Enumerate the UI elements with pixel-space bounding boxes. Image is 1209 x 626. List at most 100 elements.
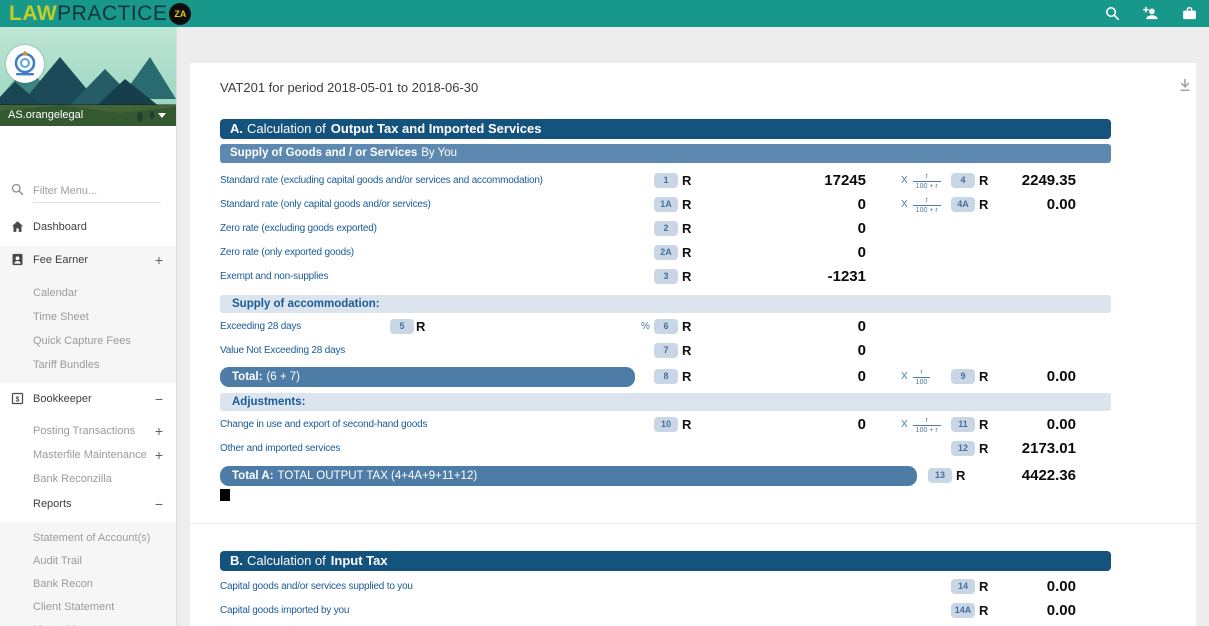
currency-symbol: R (682, 315, 691, 339)
form-row: 13 R 4422.36 (0, 464, 1209, 488)
field-value: 0 (700, 315, 866, 339)
field-value: 0.00 (996, 193, 1076, 217)
field-number-badge: 4 (951, 173, 975, 188)
field-value: 0 (700, 339, 866, 363)
download-icon[interactable] (1176, 76, 1194, 94)
search-icon[interactable] (1104, 5, 1121, 22)
field-value: 17245 (700, 169, 866, 193)
field-number-badge: 9 (951, 369, 975, 384)
row-label: Other and imported services (220, 437, 340, 461)
field-number-badge: 4A (951, 197, 975, 212)
field-number-badge: 10 (654, 417, 678, 432)
form-row: Capital goods imported by you 14A R 0.00 (0, 599, 1209, 623)
field-number-badge: 3 (654, 269, 678, 284)
account-name: AS.orangelegal (8, 109, 83, 121)
currency-symbol: R (682, 339, 691, 363)
formula-numerator: r (913, 197, 941, 205)
section-letter: A. (230, 121, 243, 136)
percent-symbol: % (641, 315, 650, 339)
form-row: Change in use and export of second-hand … (0, 413, 1209, 437)
field-value: 0.00 (996, 413, 1076, 437)
formula-numerator: r (913, 369, 931, 377)
currency-symbol: R (979, 575, 988, 599)
currency-symbol: R (979, 365, 988, 389)
field-number-badge: 14A (951, 603, 975, 618)
row-label: Change in use and export of second-hand … (220, 413, 427, 437)
currency-symbol: R (682, 413, 691, 437)
minus-icon[interactable]: − (155, 389, 163, 409)
sidebar-item-reports[interactable]: Reports − (0, 494, 176, 514)
field-number-badge: 7 (654, 343, 678, 358)
currency-symbol: R (682, 265, 691, 289)
sidebar-item-label: Bookkeeper (33, 389, 92, 409)
field-value: 2249.35 (996, 169, 1076, 193)
section-divider (190, 523, 1196, 524)
currency-symbol: R (682, 217, 691, 241)
briefcase-icon[interactable] (1181, 5, 1198, 22)
vat-fraction-formula: Xr100 + r (901, 169, 941, 193)
currency-symbol: R (682, 193, 691, 217)
field-number-badge: 14 (951, 579, 975, 594)
section-letter: B. (230, 553, 243, 568)
sidebar-item-audit-trail[interactable]: Audit Trail (0, 551, 176, 571)
account-selector[interactable]: AS.orangelegal (0, 104, 176, 126)
row-label: Zero rate (excluding goods exported) (220, 217, 377, 241)
minus-icon[interactable]: − (155, 494, 163, 514)
currency-symbol: R (956, 464, 965, 488)
vat-fraction-formula: Xr100 + r (901, 193, 941, 217)
sidebar-cover-image: AS.orangelegal (0, 27, 176, 126)
add-user-icon[interactable] (1142, 5, 1159, 22)
logo-za-badge: ZA (169, 3, 191, 25)
field-value: -1231 (700, 265, 866, 289)
row-label: Exceeding 28 days (220, 315, 301, 339)
field-number-badge: 1A (654, 197, 678, 212)
formula-denominator: 100 + r (913, 181, 941, 190)
form-row: Value Not Exceeding 28 days 7 R 0 (0, 339, 1209, 363)
currency-symbol: R (416, 315, 425, 339)
row-label: Standard rate (only capital goods and/or… (220, 193, 431, 217)
field-value: 0 (700, 413, 866, 437)
currency-symbol: R (979, 169, 988, 193)
field-value: 0 (700, 365, 866, 389)
sidebar-item-bookkeeper[interactable]: $ Bookkeeper − (0, 389, 176, 409)
field-value: 0 (700, 217, 866, 241)
section-heading-mid: Calculation of (247, 553, 326, 568)
field-number-badge: 8 (654, 369, 678, 384)
formula-denominator: 100 + r (913, 205, 941, 214)
avatar[interactable] (6, 45, 44, 83)
field-value: 0 (700, 193, 866, 217)
currency-symbol: R (682, 241, 691, 265)
form-row: 8 R 0 Xr100 9 R 0.00 (0, 365, 1209, 389)
sidebar-item-label: Statement of Account(s) (33, 528, 150, 548)
form-row: Exempt and non-supplies 3 R -1231 (0, 265, 1209, 289)
form-row: Exceeding 28 days 5 R % 6 R 0 (0, 315, 1209, 339)
formula-numerator: r (913, 173, 941, 181)
section-heading-bold: Output Tax and Imported Services (331, 121, 542, 136)
field-value: 0.00 (996, 365, 1076, 389)
formula-numerator: r (913, 417, 941, 425)
field-number-badge: 6 (654, 319, 678, 334)
formula-x: X (901, 413, 908, 437)
formula-x: X (901, 169, 908, 193)
subheader-bold: Supply of Goods and / or Services (230, 147, 417, 159)
accommodation-subheader: Supply of accommodation: (220, 295, 1111, 313)
section-b-header: B. Calculation of Input Tax (220, 551, 1111, 571)
sidebar-item-statement-of-accounts[interactable]: Statement of Account(s) (0, 528, 176, 548)
sidebar-item-label: Reports (33, 494, 72, 514)
vat-fraction-formula: Xr100 + r (901, 413, 941, 437)
field-number-badge: 5 (390, 319, 414, 334)
section-heading-mid: Calculation of (247, 121, 326, 136)
vat-fraction-formula: Xr100 (901, 365, 930, 389)
formula-denominator: 100 (913, 377, 931, 386)
field-value: 4422.36 (996, 464, 1076, 488)
section-heading-bold: Input Tax (331, 553, 388, 568)
field-number-badge: 2 (654, 221, 678, 236)
currency-symbol: R (682, 365, 691, 389)
ledger-icon: $ (10, 391, 26, 407)
cursor-artifact (220, 489, 230, 501)
form-row: Other and imported services 12 R 2173.01 (0, 437, 1209, 461)
currency-symbol: R (682, 169, 691, 193)
row-label: Standard rate (excluding capital goods a… (220, 169, 543, 193)
app-logo[interactable]: LAWPRACTICEZA (9, 0, 191, 27)
field-value: 0.00 (996, 599, 1076, 623)
